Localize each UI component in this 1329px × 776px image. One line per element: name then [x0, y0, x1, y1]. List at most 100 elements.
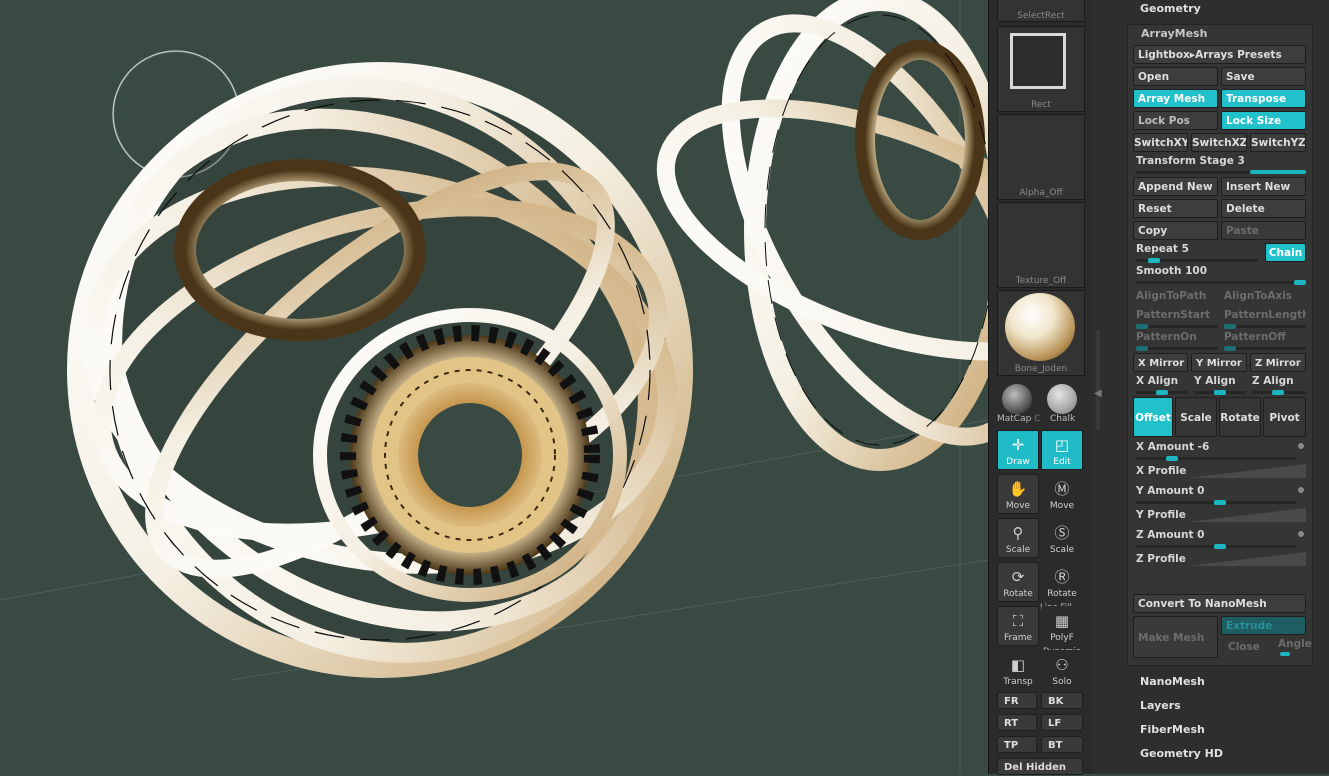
- copy-button[interactable]: Copy: [1133, 221, 1218, 240]
- z-amount-knob[interactable]: [1214, 544, 1226, 549]
- offset-tab[interactable]: Offset: [1133, 397, 1173, 437]
- del-hidden-button[interactable]: Del Hidden: [997, 758, 1083, 775]
- z-profile-curve[interactable]: [1188, 552, 1306, 566]
- x-mirror-button[interactable]: X Mirror: [1133, 353, 1188, 372]
- pattern-length-slider[interactable]: [1224, 325, 1306, 328]
- transp-button[interactable]: ◧ Transp: [997, 650, 1039, 690]
- angle-knob[interactable]: [1280, 652, 1290, 656]
- move-gizmo-button[interactable]: Ⓜ Move: [1041, 474, 1083, 514]
- layers-header[interactable]: Layers: [1140, 699, 1181, 712]
- switch-xy-button[interactable]: SwitchXY: [1133, 133, 1188, 152]
- pattern-length-label: PatternLength: [1224, 309, 1306, 321]
- y-align-knob[interactable]: [1214, 390, 1226, 395]
- rotate-gizmo-button[interactable]: Ⓡ Rotate: [1041, 562, 1083, 602]
- arraymesh-title[interactable]: ArrayMesh: [1141, 27, 1207, 40]
- pattern-on-slider[interactable]: [1136, 347, 1218, 350]
- y-mirror-button[interactable]: Y Mirror: [1191, 353, 1247, 372]
- pivot-tab[interactable]: Pivot: [1263, 397, 1306, 437]
- nanomesh-header[interactable]: NanoMesh: [1140, 675, 1205, 688]
- collapse-arrow-icon[interactable]: ◀: [1094, 388, 1102, 399]
- transpose-button[interactable]: Transpose: [1221, 89, 1306, 108]
- left-view-button[interactable]: LF: [1041, 714, 1083, 731]
- smooth-slider[interactable]: [1136, 281, 1306, 284]
- repeat-knob[interactable]: [1148, 258, 1160, 263]
- fibermesh-header[interactable]: FiberMesh: [1140, 723, 1205, 736]
- append-new-button[interactable]: Append New: [1133, 177, 1218, 196]
- front-view-button[interactable]: FR: [997, 692, 1037, 709]
- x-amount-dot-icon[interactable]: [1298, 443, 1304, 449]
- y-profile-curve[interactable]: [1188, 508, 1306, 522]
- top-view-button[interactable]: TP: [997, 736, 1037, 753]
- switch-yz-button[interactable]: SwitchYZ: [1250, 133, 1306, 152]
- bottom-view-button[interactable]: BT: [1041, 736, 1083, 753]
- pattern-off-slider[interactable]: [1224, 347, 1306, 350]
- geometry-hd-header[interactable]: Geometry HD: [1140, 747, 1223, 760]
- rect-label: Rect: [1031, 100, 1051, 110]
- canvas-viewport[interactable]: [0, 0, 988, 774]
- smooth-label: Smooth 100: [1136, 265, 1207, 277]
- z-mirror-button[interactable]: Z Mirror: [1250, 353, 1306, 372]
- extrude-button[interactable]: Extrude: [1221, 616, 1306, 635]
- solo-button[interactable]: ⚇ Solo: [1041, 650, 1083, 690]
- pattern-start-slider[interactable]: [1136, 325, 1218, 328]
- y-amount-knob[interactable]: [1214, 500, 1226, 505]
- pattern-length-knob[interactable]: [1224, 324, 1236, 329]
- save-button[interactable]: Save: [1221, 67, 1306, 86]
- pattern-on-knob[interactable]: [1136, 346, 1148, 351]
- z-align-label: Z Align: [1252, 375, 1294, 387]
- switch-xz-button[interactable]: SwitchXZ: [1191, 133, 1247, 152]
- select-rect-label: SelectRect: [1017, 11, 1065, 21]
- x-amount-slider[interactable]: [1136, 457, 1296, 460]
- scale-button[interactable]: ⚲ Scale: [997, 518, 1039, 558]
- shelf-scrollbar[interactable]: [1096, 330, 1100, 430]
- chain-button[interactable]: Chain: [1265, 243, 1306, 262]
- lightbox-arrays-presets-button[interactable]: Lightbox▸Arrays Presets: [1133, 45, 1306, 64]
- frame-button[interactable]: ⛶ Frame: [997, 606, 1039, 646]
- angle-label: Angle: [1278, 638, 1312, 650]
- align-to-path-label[interactable]: AlignToPath: [1136, 290, 1206, 302]
- make-mesh-button[interactable]: Make Mesh: [1133, 616, 1218, 658]
- texture-slot[interactable]: Texture_Off: [997, 202, 1085, 288]
- delete-button[interactable]: Delete: [1221, 199, 1306, 218]
- alpha-slot[interactable]: Alpha_Off: [997, 114, 1085, 200]
- pattern-start-knob[interactable]: [1136, 324, 1148, 329]
- open-button[interactable]: Open: [1133, 67, 1218, 86]
- rotate-tab[interactable]: Rotate: [1219, 397, 1261, 437]
- align-to-axis-label[interactable]: AlignToAxis: [1224, 290, 1292, 302]
- chalk-sphere-icon[interactable]: [1047, 384, 1077, 414]
- insert-new-button[interactable]: Insert New: [1221, 177, 1306, 196]
- select-rect-slot[interactable]: SelectRect: [997, 0, 1085, 22]
- z-align-knob[interactable]: [1272, 390, 1284, 395]
- z-amount-dot-icon[interactable]: [1298, 531, 1304, 537]
- pattern-off-knob[interactable]: [1224, 346, 1236, 351]
- x-amount-knob[interactable]: [1166, 456, 1178, 461]
- scale-tab[interactable]: Scale: [1175, 397, 1217, 437]
- draw-button[interactable]: ✛ Draw: [997, 430, 1039, 470]
- sculpt-model[interactable]: [0, 0, 988, 774]
- material-slot[interactable]: Bone_Joden: [997, 290, 1085, 376]
- lock-pos-button[interactable]: Lock Pos: [1133, 111, 1218, 130]
- close-toggle[interactable]: Close: [1228, 641, 1260, 653]
- convert-to-nanomesh-button[interactable]: Convert To NanoMesh: [1133, 594, 1306, 613]
- y-amount-dot-icon[interactable]: [1298, 487, 1304, 493]
- rotate-button[interactable]: ⟳ Rotate: [997, 562, 1039, 602]
- polyf-button[interactable]: ▦ PolyF: [1041, 606, 1083, 646]
- geometry-header[interactable]: Geometry: [1140, 2, 1201, 15]
- x-align-knob[interactable]: [1156, 390, 1168, 395]
- paste-button[interactable]: Paste: [1221, 221, 1306, 240]
- scale-gizmo-button[interactable]: Ⓢ Scale: [1041, 518, 1083, 558]
- x-profile-label[interactable]: X Profile: [1136, 465, 1186, 477]
- back-view-button[interactable]: BK: [1041, 692, 1083, 709]
- edit-button[interactable]: ◰ Edit: [1041, 430, 1083, 470]
- y-profile-label[interactable]: Y Profile: [1136, 509, 1186, 521]
- lock-size-button[interactable]: Lock Size: [1221, 111, 1306, 130]
- x-profile-curve[interactable]: [1188, 464, 1306, 478]
- reset-button[interactable]: Reset: [1133, 199, 1218, 218]
- z-profile-label[interactable]: Z Profile: [1136, 553, 1186, 565]
- move-button[interactable]: ✋ Move: [997, 474, 1039, 514]
- array-mesh-button[interactable]: Array Mesh: [1133, 89, 1218, 108]
- smooth-knob[interactable]: [1294, 280, 1306, 285]
- right-view-button[interactable]: RT: [997, 714, 1037, 731]
- matcap-sphere-icon[interactable]: [1002, 384, 1032, 414]
- stroke-rect-slot[interactable]: Rect: [997, 26, 1085, 112]
